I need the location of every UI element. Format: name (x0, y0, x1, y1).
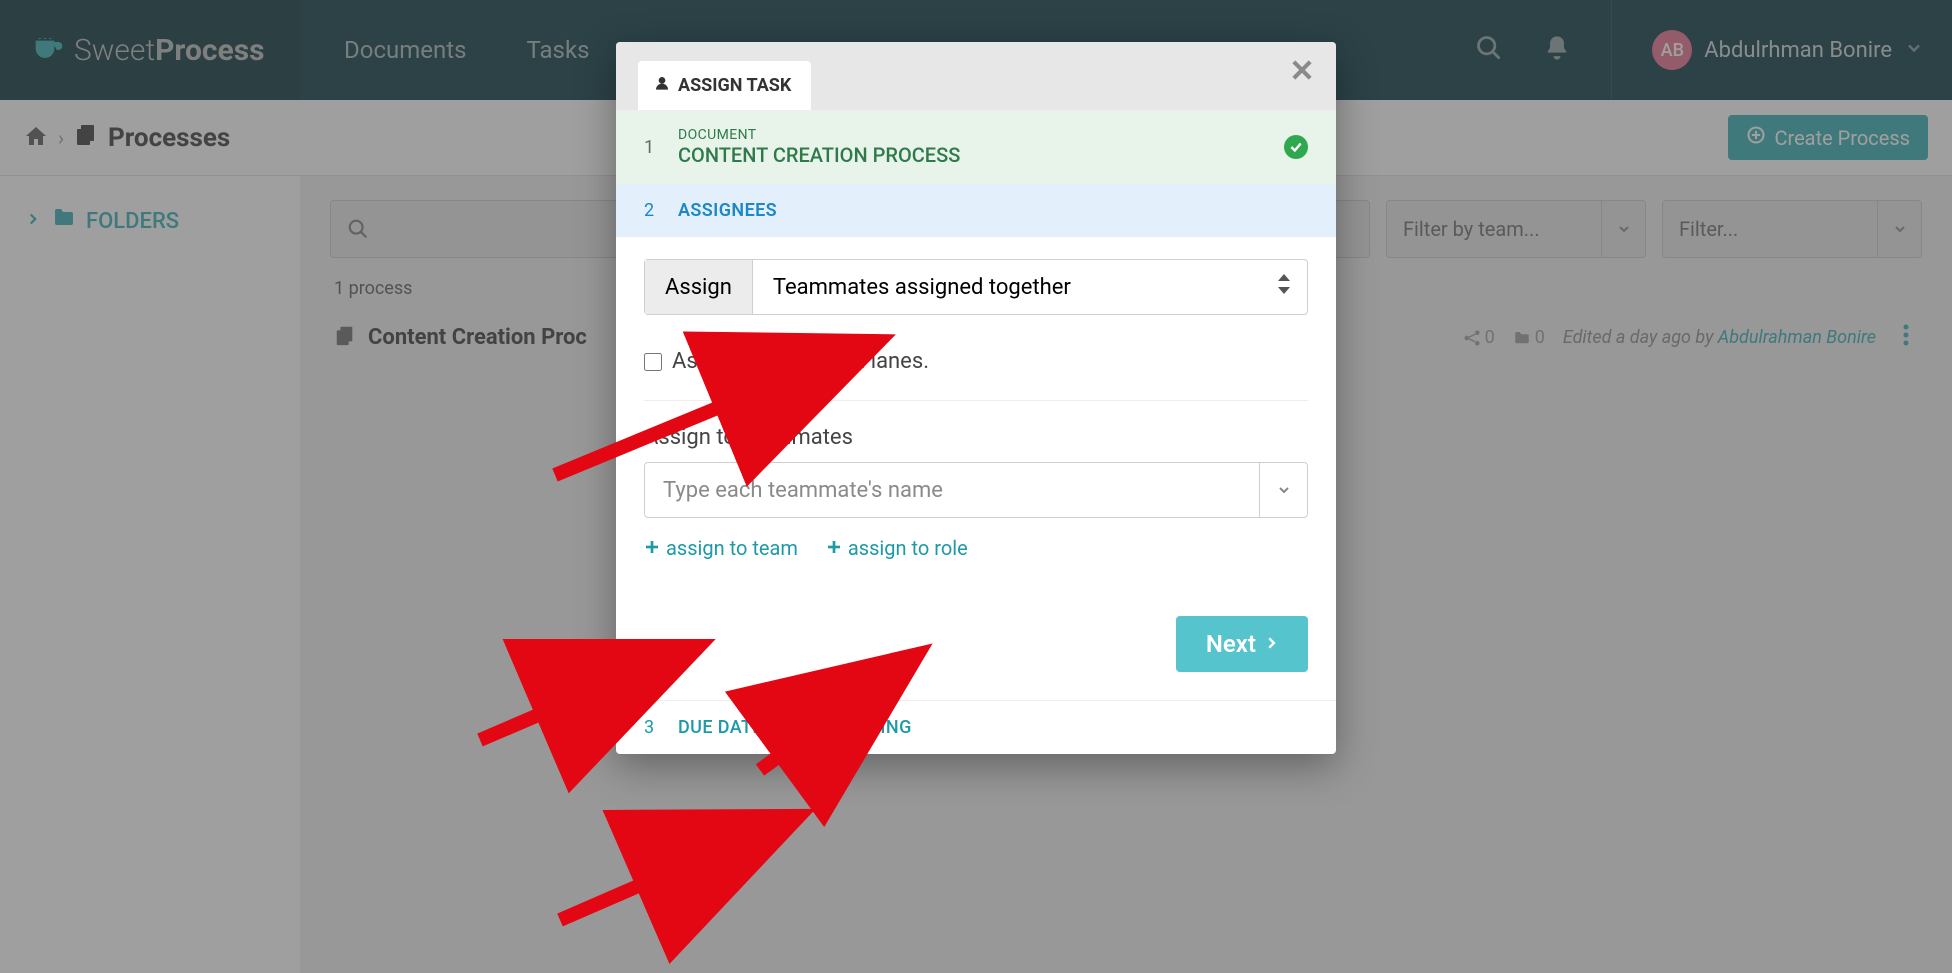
step-document[interactable]: 1 DOCUMENT CONTENT CREATION PROCESS (616, 110, 1336, 183)
chevron-right-icon (1264, 630, 1278, 658)
step1-text: DOCUMENT CONTENT CREATION PROCESS (678, 127, 960, 167)
chevron-down-icon[interactable] (1259, 463, 1307, 517)
step-assignees-header[interactable]: 2 ASSIGNEES (616, 183, 1336, 237)
step2-number: 2 (644, 200, 658, 221)
assign-mode-select[interactable]: Assign Teammates assigned together (644, 259, 1308, 315)
check-circle-icon (1284, 135, 1308, 159)
assign-steps-lanes-checkbox[interactable]: Assign to steps and lanes. (644, 315, 1308, 401)
assign-to-role-link[interactable]: assign to role (826, 536, 968, 560)
plus-icon (826, 536, 842, 560)
next-button[interactable]: Next (1176, 616, 1308, 672)
assign-mode-value[interactable]: Teammates assigned together (753, 260, 1307, 314)
tab-assign-task[interactable]: ASSIGN TASK (638, 61, 811, 110)
assign-links: assign to team assign to role (644, 518, 1308, 560)
person-icon (654, 75, 670, 96)
assign-task-modal: ASSIGN TASK 1 DOCUMENT CONTENT CREATION … (616, 42, 1336, 754)
assign-to-team-link[interactable]: assign to team (644, 536, 798, 560)
step-assignees-body: Assign Teammates assigned together Assig… (616, 237, 1336, 700)
modal-tab-strip: ASSIGN TASK (616, 42, 1336, 110)
step2-label: ASSIGNEES (678, 200, 777, 221)
step-due-date[interactable]: 3 DUE DATE AND RECURRING (616, 700, 1336, 754)
step3-label: DUE DATE AND RECURRING (678, 717, 912, 738)
next-row: Next (644, 560, 1308, 672)
step3-number: 3 (644, 717, 658, 738)
teammate-input[interactable]: Type each teammate's name (644, 462, 1308, 518)
close-icon[interactable] (1288, 56, 1316, 88)
plus-icon (644, 536, 660, 560)
step1-number: 1 (644, 137, 658, 158)
sort-icon (1277, 274, 1291, 300)
checkbox-input[interactable] (644, 353, 662, 371)
assign-label: Assign (645, 260, 753, 314)
assign-teammates-label: Assign to teammates (644, 401, 1308, 462)
teammate-placeholder: Type each teammate's name (645, 478, 1259, 503)
